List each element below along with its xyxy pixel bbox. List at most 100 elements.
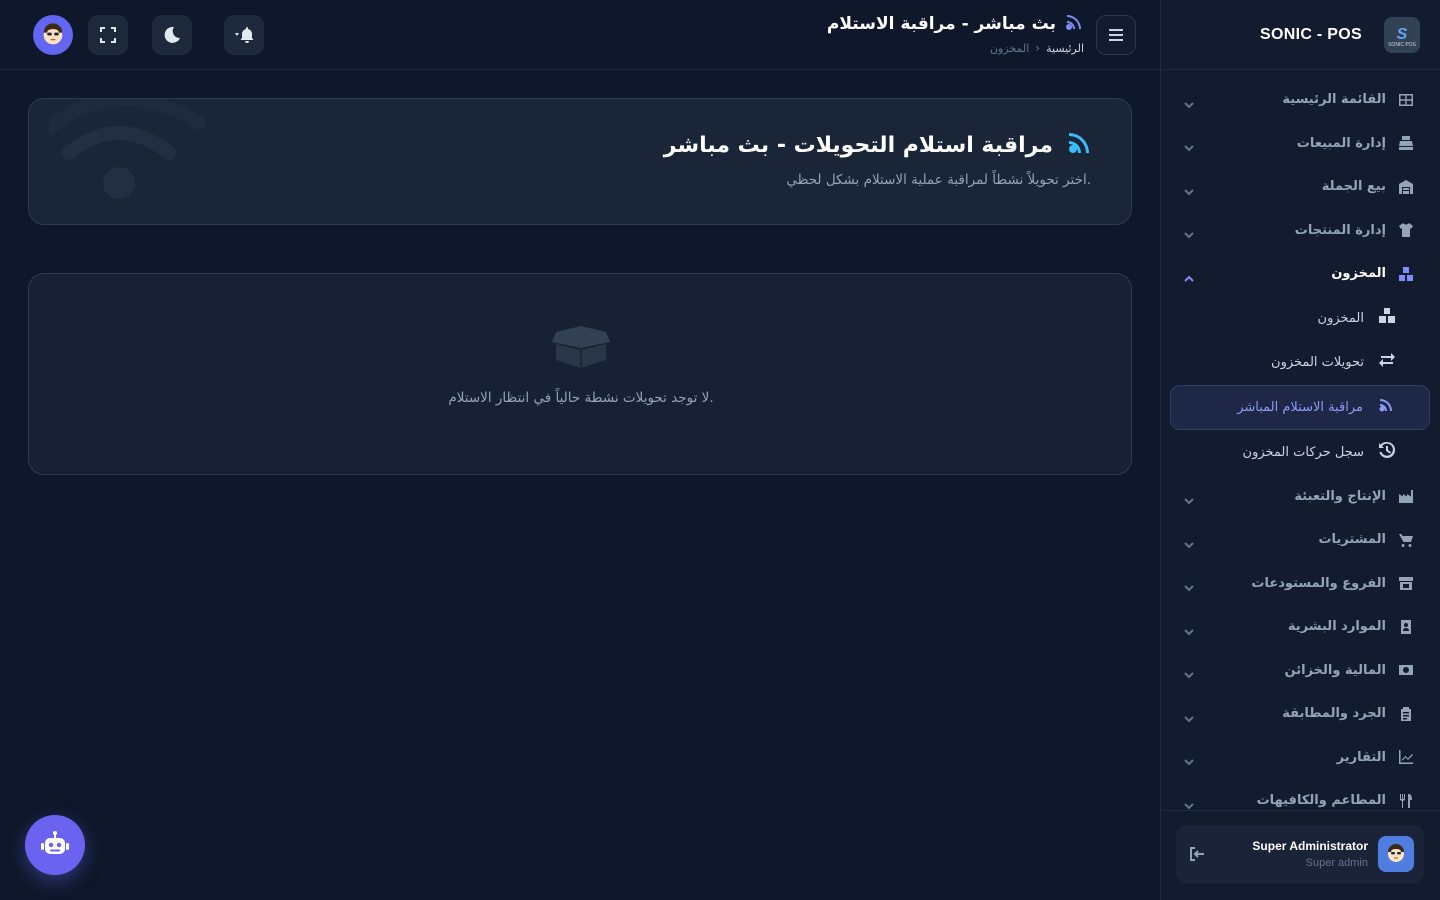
theme-toggle-button[interactable] [152, 15, 192, 55]
menu-toggle-button[interactable] [1096, 15, 1136, 55]
page-header: بث مباشر - مراقبة الاستلام المخزون › الر… [827, 12, 1084, 55]
sidebar-item-production[interactable]: الإنتاج والتعبئة [1160, 475, 1440, 519]
box-open-icon [552, 326, 610, 368]
sidebar-item-purchases[interactable]: المشتريات [1160, 518, 1440, 562]
utensils-icon [1398, 793, 1414, 809]
money-icon [1398, 662, 1414, 678]
user-avatar-icon [43, 23, 63, 45]
sidebar-footer: Super Administrator Super admin [1160, 810, 1440, 900]
submenu-item-transfers[interactable]: تحويلات المخزون [1170, 341, 1430, 384]
sidebar-item-label: إدارة المنتجات [1294, 222, 1386, 238]
exchange-icon [1378, 351, 1396, 373]
sidebar-item-reports[interactable]: التقارير [1160, 736, 1440, 780]
sidebar-item-sales[interactable]: إدارة المبيعات [1160, 122, 1440, 166]
chatbot-button[interactable] [25, 815, 85, 875]
notifications-button[interactable] [224, 15, 264, 55]
sidebar-item-wholesale[interactable]: بيع الجملة [1160, 165, 1440, 209]
shirt-icon [1398, 222, 1414, 238]
clipboard-icon [1398, 706, 1414, 722]
hero-title-row: مراقبة استلام التحويلات - بث مباشر [664, 129, 1093, 161]
store-icon [1398, 575, 1414, 591]
sidebar-item-label: المالية والخزائن [1284, 662, 1386, 678]
chart-icon [1398, 749, 1414, 765]
grid-icon [1398, 92, 1414, 108]
robot-icon [41, 831, 69, 854]
chevron-down-icon [1184, 95, 1194, 109]
sidebar-item-dashboard[interactable]: القائمة الرئيسية [1160, 78, 1440, 122]
empty-state-card: لا توجد تحويلات نشطة حالياً في انتظار ال… [28, 273, 1132, 475]
submenu-item-live-receiving[interactable]: مراقبة الاستلام المباشر [1170, 384, 1430, 430]
submenu-item-label: تحويلات المخزون [1271, 354, 1364, 370]
submenu-item-movement-log[interactable]: سجل حركات المخزون [1170, 431, 1430, 474]
user-name: Super Administrator [1252, 839, 1368, 853]
boxes-icon [1398, 266, 1414, 282]
boxes-icon [1378, 307, 1396, 329]
submenu-item-inventory[interactable]: المخزون [1170, 297, 1430, 340]
sidebar-item-label: الإنتاج والتعبئة [1294, 488, 1386, 504]
warehouse-icon [1398, 179, 1414, 195]
submenu-item-label: المخزون [1317, 310, 1364, 326]
chevron-down-icon [1184, 796, 1194, 810]
bell-icon [235, 27, 254, 43]
sidebar-item-finance[interactable]: المالية والخزائن [1160, 649, 1440, 693]
brand-logo[interactable]: S SONIC POS [1384, 16, 1420, 53]
empty-state-message: لا توجد تحويلات نشطة حالياً في انتظار ال… [448, 390, 714, 406]
fullscreen-button[interactable] [88, 15, 128, 55]
page-hero-card: مراقبة استلام التحويلات - بث مباشر اختر … [28, 98, 1132, 225]
broadcast-icon [1065, 129, 1093, 161]
breadcrumb-current: المخزون [989, 41, 1030, 55]
sidebar-item-label: التقارير [1336, 749, 1386, 765]
sidebar-item-label: إدارة المبيعات [1296, 135, 1386, 151]
chevron-down-icon [1184, 535, 1194, 549]
sidebar-item-label: الفروع والمستودعات [1251, 575, 1386, 591]
chevron-down-icon [1184, 182, 1194, 196]
chevron-down-icon [1184, 491, 1194, 505]
page-title: بث مباشر - مراقبة الاستلام [826, 14, 1056, 34]
avatar[interactable] [1378, 836, 1414, 872]
sidebar-nav: القائمة الرئيسية إدارة المبيعات بيع الجم… [1160, 78, 1440, 810]
id-badge-icon [1398, 619, 1414, 635]
app-root: SONIC - POS S SONIC POS القائمة الرئيسية… [0, 0, 1440, 900]
sidebar-item-label: المطاعم والكافيهات [1256, 793, 1386, 809]
sidebar: SONIC - POS S SONIC POS القائمة الرئيسية… [1160, 0, 1440, 900]
expand-icon [100, 27, 116, 43]
breadcrumb-home[interactable]: الرئيسية [1046, 42, 1084, 55]
logo-tag: SONIC POS [1388, 41, 1416, 48]
cart-icon [1398, 532, 1414, 548]
sidebar-item-label: بيع الجملة [1321, 179, 1386, 195]
chevron-down-icon [1184, 225, 1194, 239]
sidebar-item-label: المخزون [1331, 266, 1386, 282]
sidebar-item-label: المشتريات [1318, 532, 1386, 548]
chevron-down-icon [1184, 665, 1194, 679]
chevron-down-icon [1184, 709, 1194, 723]
breadcrumb: المخزون › الرئيسية [827, 41, 1084, 55]
sidebar-header: SONIC - POS S SONIC POS [1161, 0, 1440, 70]
sidebar-item-label: الجرد والمطابقة [1282, 706, 1386, 722]
sidebar-item-restaurants[interactable]: المطاعم والكافيهات [1160, 779, 1440, 810]
broadcast-icon [1377, 396, 1395, 418]
chevron-down-icon [1184, 138, 1194, 152]
brand-name[interactable]: SONIC - POS [1260, 26, 1362, 44]
hero-subtitle: اختر تحويلاً نشطاً لمراقبة عملية الاستلا… [786, 172, 1091, 188]
chevron-down-icon [1184, 752, 1194, 766]
chevron-down-icon [1184, 578, 1194, 592]
sidebar-item-products[interactable]: إدارة المنتجات [1160, 209, 1440, 253]
user-role: Super admin [1305, 857, 1368, 869]
factory-icon [1398, 488, 1414, 504]
logout-icon[interactable] [1188, 845, 1206, 863]
wifi-watermark-icon [49, 99, 206, 199]
sidebar-item-hr[interactable]: الموارد البشرية [1160, 605, 1440, 649]
sidebar-item-stocktake[interactable]: الجرد والمطابقة [1160, 692, 1440, 736]
sidebar-item-inventory[interactable]: المخزون [1160, 252, 1440, 296]
user-info: Super Administrator Super admin [1252, 839, 1368, 869]
chevron-down-icon [1184, 622, 1194, 636]
submenu-item-label: سجل حركات المخزون [1242, 444, 1364, 460]
broadcast-icon [1064, 12, 1084, 36]
moon-icon [164, 26, 180, 43]
avatar[interactable] [33, 15, 73, 55]
submenu-item-label: مراقبة الاستلام المباشر [1237, 399, 1363, 415]
register-icon [1398, 135, 1414, 151]
user-card[interactable]: Super Administrator Super admin [1176, 825, 1424, 883]
sidebar-item-branches[interactable]: الفروع والمستودعات [1160, 562, 1440, 606]
topbar: بث مباشر - مراقبة الاستلام المخزون › الر… [0, 0, 1160, 70]
